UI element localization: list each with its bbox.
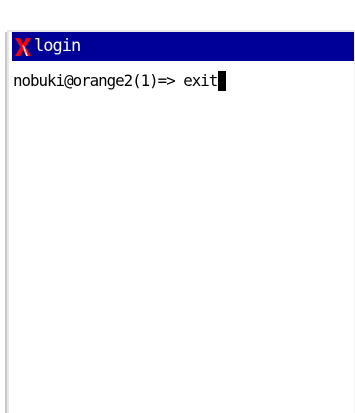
terminal-cursor — [218, 70, 227, 91]
terminal-command-line[interactable]: nobuki@orange2(1)=> exit — [13, 70, 227, 91]
window-titlebar[interactable]: login — [12, 32, 355, 61]
x-window-icon — [15, 37, 31, 56]
desktop-top-strip — [0, 0, 355, 30]
terminal-content-area[interactable]: nobuki@orange2(1)=> exit — [12, 62, 355, 413]
command-text: nobuki@orange2(1)=> exit — [13, 71, 218, 90]
window-title: login — [34, 36, 81, 56]
terminal-window[interactable]: login nobuki@orange2(1)=> exit — [5, 30, 355, 413]
desktop: login nobuki@orange2(1)=> exit — [0, 0, 355, 413]
